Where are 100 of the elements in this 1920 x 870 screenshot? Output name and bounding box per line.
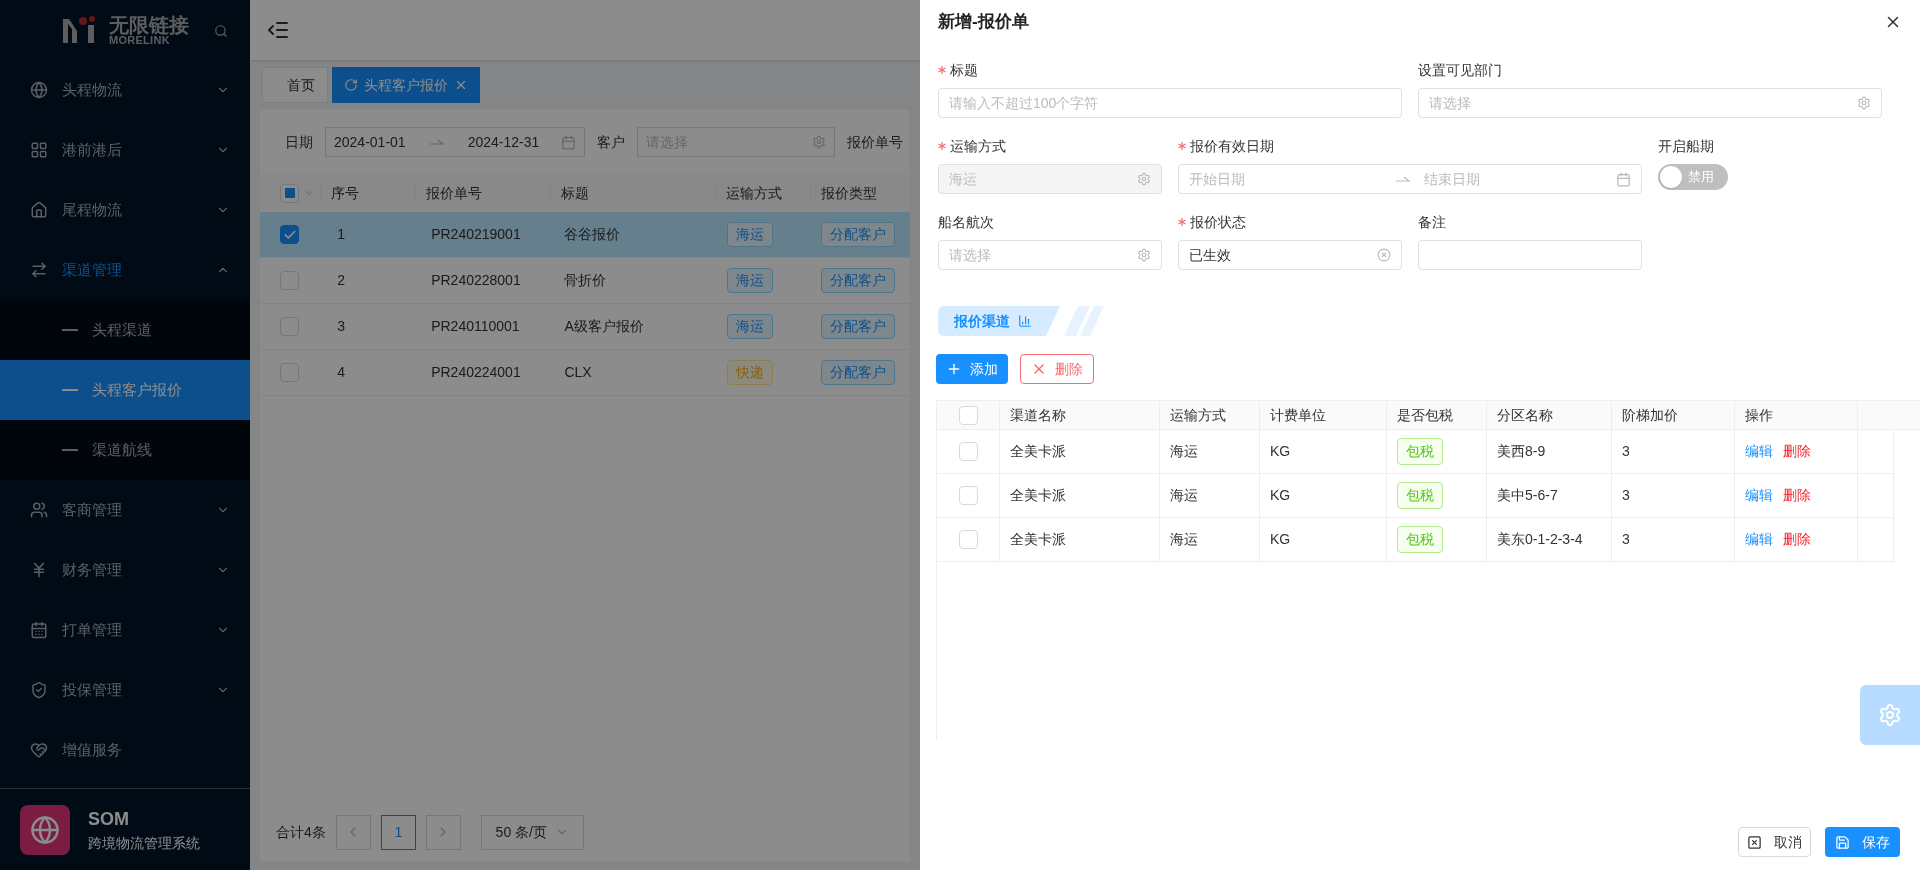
edit-link[interactable]: 编辑 bbox=[1745, 441, 1773, 462]
type-tag: 分配客户 bbox=[821, 360, 896, 385]
submenu-item[interactable]: 渠道航线 bbox=[0, 420, 250, 480]
type-tag: 分配客户 bbox=[821, 314, 896, 339]
table-cell: 海运 bbox=[1160, 430, 1260, 473]
menu-item[interactable]: 财务管理 bbox=[0, 540, 250, 600]
column-header: 运输方式 bbox=[715, 183, 810, 203]
settings-icon bbox=[1137, 248, 1151, 262]
field-label: 报价有效日期 bbox=[1190, 136, 1274, 156]
refresh-icon[interactable] bbox=[344, 78, 358, 92]
page-size-select[interactable]: 50 条/页 bbox=[480, 814, 584, 850]
date-label: 日期 bbox=[285, 132, 313, 152]
menu-item[interactable]: 投保管理 bbox=[0, 660, 250, 720]
text-field[interactable] bbox=[1418, 240, 1642, 270]
save-button[interactable]: 保存 bbox=[1825, 827, 1900, 857]
table-cell-text: 2 bbox=[336, 271, 347, 290]
table-row[interactable]: 3 PR240110001 A级客户报价 海运 分配客户 bbox=[260, 304, 910, 350]
table-cell-text: CLX bbox=[563, 363, 593, 382]
column-header: 阶梯加价 bbox=[1612, 401, 1735, 429]
submenu-item[interactable]: 头程渠道 bbox=[0, 300, 250, 360]
menu-item[interactable]: 尾程物流 bbox=[0, 180, 250, 240]
page-tab[interactable]: 头程客户报价 bbox=[332, 67, 480, 103]
page-button[interactable]: 1 bbox=[380, 814, 416, 850]
previous-page-button[interactable] bbox=[335, 814, 371, 850]
clear-icon[interactable] bbox=[1377, 248, 1391, 262]
next-page-button[interactable] bbox=[425, 814, 461, 850]
order-number-label: 报价单号 bbox=[847, 132, 903, 152]
logo-subtext: MORELINK bbox=[109, 34, 171, 46]
tax-tag: 包税 bbox=[1397, 482, 1443, 509]
dash-icon bbox=[62, 449, 78, 451]
table-cell: 3 bbox=[1612, 518, 1735, 561]
cancel-button[interactable]: 取消 bbox=[1738, 827, 1811, 857]
table-cell: 全美卡派 bbox=[1000, 518, 1160, 561]
settings-icon bbox=[1857, 96, 1871, 110]
field-label: 设置可见部门 bbox=[1418, 60, 1502, 80]
search-icon[interactable] bbox=[214, 24, 228, 38]
required-icon bbox=[1178, 142, 1186, 150]
menu-item[interactable]: 客商管理 bbox=[0, 480, 250, 540]
calendar-icon bbox=[1616, 171, 1631, 187]
close-box-icon bbox=[1747, 834, 1762, 850]
date-range-field[interactable]: 2024-01-01 2024-12-31 bbox=[325, 127, 585, 157]
tax-tag: 包税 bbox=[1397, 438, 1443, 465]
menu-item[interactable]: 头程物流 bbox=[0, 60, 250, 120]
table-cell-text: PR240224001 bbox=[430, 363, 522, 382]
add-button[interactable]: 添加 bbox=[936, 354, 1008, 384]
settings-icon bbox=[812, 135, 826, 149]
field-label: 标题 bbox=[950, 60, 978, 80]
menu-item[interactable]: 增值服务 bbox=[0, 720, 250, 780]
transport-tag: 快递 bbox=[727, 360, 774, 385]
submenu-item[interactable]: 头程客户报价 bbox=[0, 360, 250, 420]
field-label: 船名航次 bbox=[938, 212, 994, 232]
transport-tag: 海运 bbox=[727, 222, 774, 247]
table-cell-text: A级客户报价 bbox=[563, 317, 645, 336]
select-field[interactable]: 已生效 bbox=[1178, 240, 1402, 270]
stripe-icon bbox=[1046, 306, 1104, 336]
table-row[interactable]: 1 PR240219001 谷谷报价 海运 分配客户 bbox=[260, 212, 910, 258]
column-header: 序号 bbox=[320, 183, 415, 203]
checkbox[interactable] bbox=[280, 225, 299, 244]
table-row[interactable]: 4 PR240224001 CLX 快递 分配客户 bbox=[260, 350, 910, 396]
edit-link[interactable]: 编辑 bbox=[1745, 485, 1773, 506]
table-cell-text: 3 bbox=[336, 317, 347, 336]
menu-item[interactable]: 港前港后 bbox=[0, 120, 250, 180]
table-cell-text: 1 bbox=[336, 225, 347, 244]
field-label: 开启船期 bbox=[1658, 136, 1714, 156]
edit-link[interactable]: 编辑 bbox=[1745, 529, 1773, 550]
select-field[interactable]: 请选择 bbox=[1418, 88, 1882, 118]
column-header: 是否包税 bbox=[1387, 401, 1487, 429]
delete-link[interactable]: 删除 bbox=[1783, 529, 1811, 550]
table-cell-text: 骨折价 bbox=[563, 271, 608, 290]
save-icon bbox=[1835, 834, 1850, 850]
menu-item[interactable]: 打单管理 bbox=[0, 600, 250, 660]
column-header: 操作 bbox=[1735, 401, 1858, 429]
settings-icon bbox=[1878, 703, 1902, 727]
app-subtitle: 跨境物流管理系统 bbox=[88, 833, 200, 853]
calendar-icon bbox=[561, 134, 576, 150]
date-range-field[interactable]: 开始日期 结束日期 bbox=[1178, 164, 1642, 194]
table-cell: 3 bbox=[1612, 430, 1735, 473]
settings-button[interactable] bbox=[1860, 685, 1920, 745]
page-tab[interactable]: 首页 bbox=[262, 67, 328, 103]
text-field[interactable]: 请输入不超过100个字符 bbox=[938, 88, 1402, 118]
table-cell-text: 4 bbox=[336, 363, 347, 382]
delete-link[interactable]: 删除 bbox=[1783, 441, 1811, 462]
delete-link[interactable]: 删除 bbox=[1783, 485, 1811, 506]
toggle-switch[interactable]: 禁用 bbox=[1658, 164, 1728, 190]
table-cell: 全美卡派 bbox=[1000, 474, 1160, 517]
calendar-icon bbox=[30, 621, 48, 639]
menu-item[interactable]: 渠道管理 bbox=[0, 240, 250, 300]
house-icon bbox=[30, 201, 48, 219]
table-row[interactable]: 2 PR240228001 骨折价 海运 分配客户 bbox=[260, 258, 910, 304]
type-tag: 分配客户 bbox=[821, 268, 896, 293]
transport-tag: 海运 bbox=[727, 268, 774, 293]
app-name: SOM bbox=[88, 807, 130, 831]
select-field[interactable]: 请选择 bbox=[938, 240, 1162, 270]
table-cell: 海运 bbox=[1160, 474, 1260, 517]
type-tag: 分配客户 bbox=[821, 222, 896, 247]
delete-button[interactable]: 删除 bbox=[1020, 354, 1094, 384]
table-cell-text: 谷谷报价 bbox=[563, 225, 622, 244]
people-icon bbox=[30, 501, 48, 519]
globe-icon bbox=[30, 81, 48, 99]
app-logo-icon bbox=[20, 804, 70, 855]
